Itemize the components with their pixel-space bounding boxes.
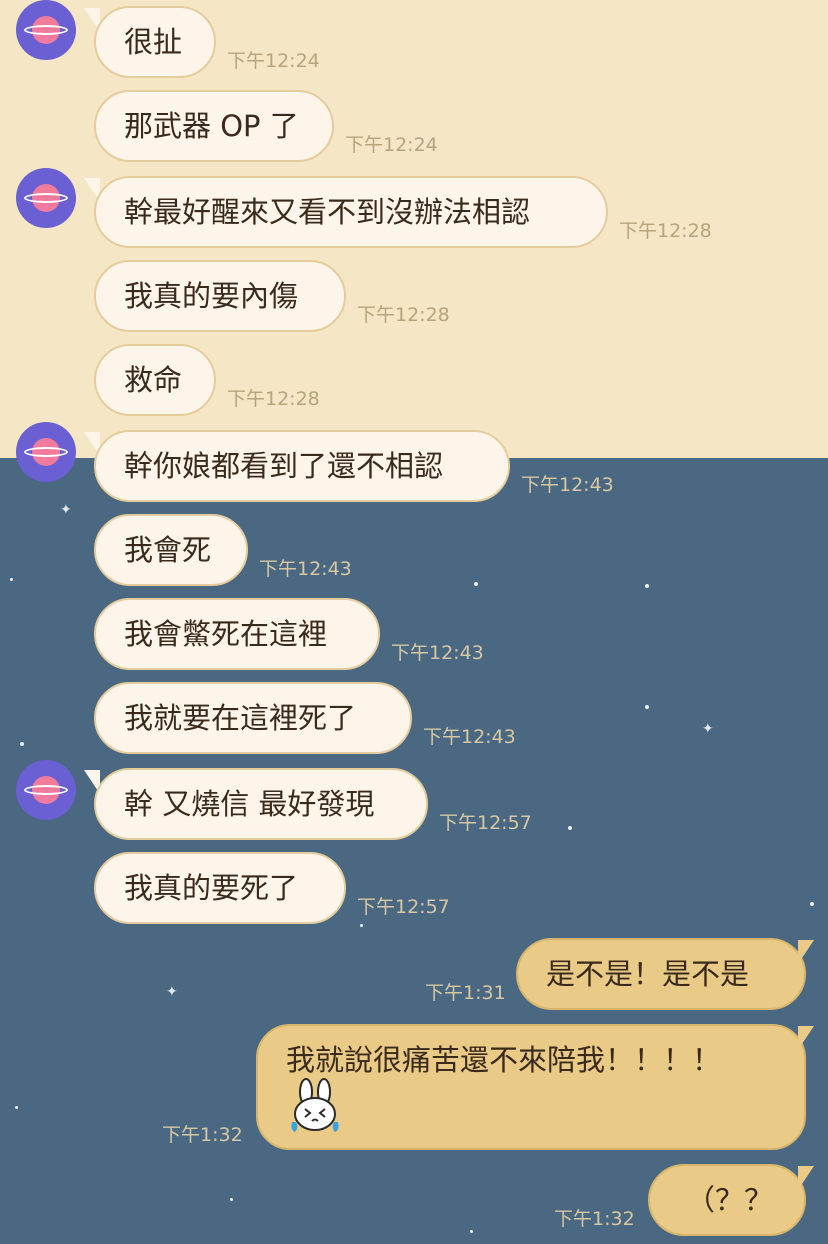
message-timestamp: 下午12:57 xyxy=(439,812,532,834)
message-bubble-incoming[interactable]: 幹最好醒來又看不到沒辦法相認 xyxy=(94,176,608,248)
message-bubble-outgoing[interactable]: （？？ xyxy=(648,1164,806,1236)
bubble-tail xyxy=(798,1166,814,1190)
planet-ring xyxy=(24,193,68,203)
contact-avatar[interactable] xyxy=(16,168,76,228)
star-icon xyxy=(230,1198,233,1201)
star-icon xyxy=(470,1230,473,1233)
star-icon: ✦ xyxy=(166,984,178,1000)
star-icon xyxy=(810,902,814,906)
star-icon xyxy=(474,582,478,586)
message-bubble-incoming[interactable]: 我就要在這裡死了 xyxy=(94,682,412,754)
message-bubble-incoming[interactable]: 幹 又燒信 最好發現 xyxy=(94,768,428,840)
star-icon xyxy=(645,705,649,709)
message-timestamp: 下午12:24 xyxy=(345,134,438,156)
message-bubble-incoming[interactable]: 幹你娘都看到了還不相認 xyxy=(94,430,510,502)
message-bubble-incoming[interactable]: 我會死 xyxy=(94,514,248,586)
message-timestamp: 下午12:43 xyxy=(259,558,352,580)
bubble-tail xyxy=(798,940,814,964)
message-timestamp: 下午12:43 xyxy=(391,642,484,664)
message-timestamp: 下午12:43 xyxy=(521,474,614,496)
star-icon xyxy=(15,1106,18,1109)
message-timestamp: 下午12:24 xyxy=(227,50,320,72)
message-text: 我就說很痛苦還不來陪我！！！！ xyxy=(286,1043,722,1077)
message-bubble-incoming[interactable]: 很扯 xyxy=(94,6,216,78)
message-timestamp: 下午1:32 xyxy=(162,1124,243,1146)
crying-bunny-icon xyxy=(291,1078,339,1132)
message-bubble-incoming[interactable]: 那武器 OP 了 xyxy=(94,90,334,162)
planet-ring xyxy=(24,785,68,795)
contact-avatar[interactable] xyxy=(16,422,76,482)
message-bubble-incoming[interactable]: 救命 xyxy=(94,344,216,416)
star-icon: ✦ xyxy=(702,721,714,737)
message-timestamp: 下午12:43 xyxy=(423,726,516,748)
planet-ring xyxy=(24,25,68,35)
message-bubble-outgoing[interactable]: 是不是！是不是 xyxy=(516,938,806,1010)
message-timestamp: 下午1:31 xyxy=(425,982,506,1004)
message-timestamp: 下午12:28 xyxy=(619,220,712,242)
star-icon xyxy=(10,578,13,581)
message-bubble-incoming[interactable]: 我真的要死了 xyxy=(94,852,346,924)
star-icon xyxy=(645,584,649,588)
message-timestamp: 下午12:28 xyxy=(227,388,320,410)
message-bubble-incoming[interactable]: 我真的要內傷 xyxy=(94,260,346,332)
contact-avatar[interactable] xyxy=(16,0,76,60)
star-icon: ✦ xyxy=(60,502,72,518)
message-timestamp: 下午12:28 xyxy=(357,304,450,326)
star-icon xyxy=(360,924,363,927)
planet-ring xyxy=(24,447,68,457)
contact-avatar[interactable] xyxy=(16,760,76,820)
message-timestamp: 下午1:32 xyxy=(554,1208,635,1230)
star-icon xyxy=(568,826,572,830)
message-timestamp: 下午12:57 xyxy=(357,896,450,918)
bubble-tail xyxy=(798,1026,814,1050)
star-icon xyxy=(20,742,24,746)
message-bubble-incoming[interactable]: 我會鱉死在這裡 xyxy=(94,598,380,670)
